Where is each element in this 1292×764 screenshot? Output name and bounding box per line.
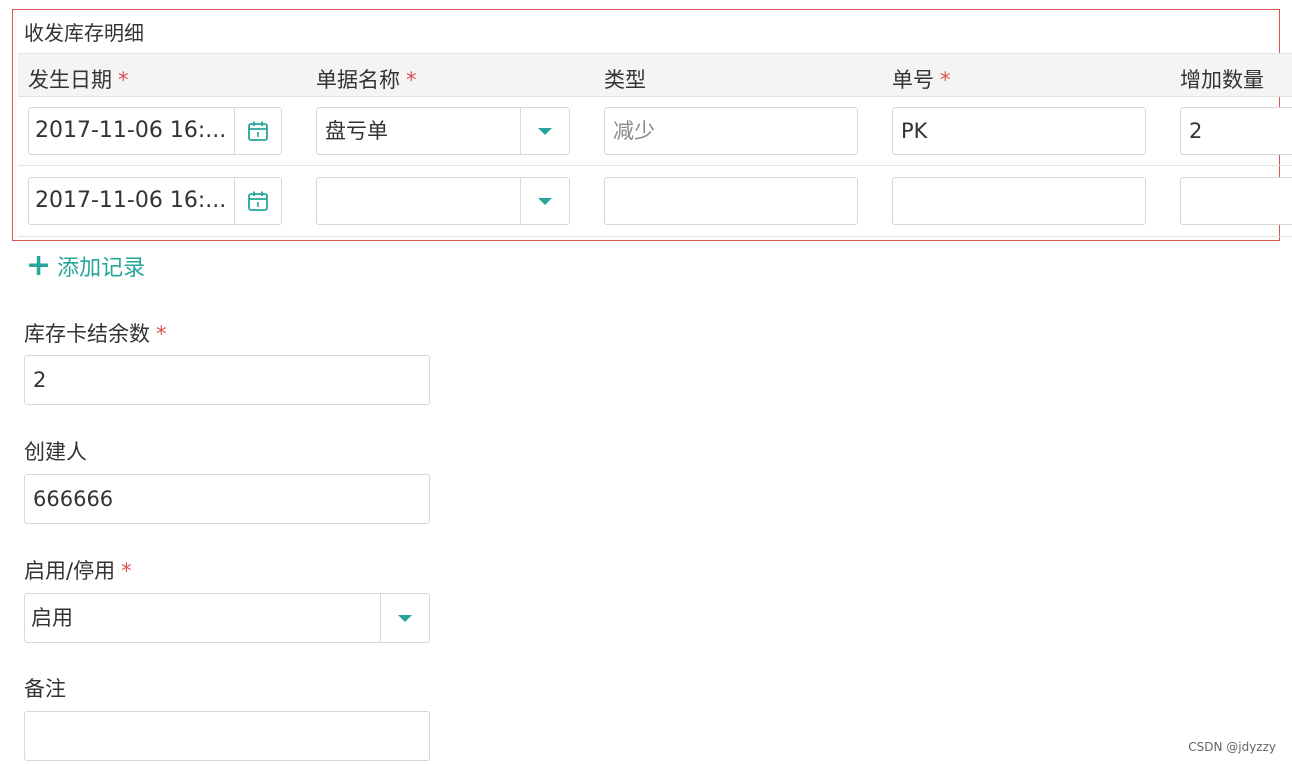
status-label: 启用/停用 *	[24, 559, 132, 583]
calendar-icon[interactable]	[234, 108, 281, 154]
creator-input[interactable]: 666666	[24, 474, 430, 524]
balance-label: 库存卡结余数 *	[24, 322, 167, 346]
quantity-input[interactable]	[1180, 177, 1292, 225]
balance-input[interactable]: 2	[24, 355, 430, 405]
add-record-label: 添加记录	[57, 256, 146, 281]
number-input[interactable]: PK	[892, 107, 1146, 155]
type-field	[604, 177, 858, 225]
number-input[interactable]	[892, 177, 1146, 225]
column-header-date: 发生日期 *	[28, 68, 129, 92]
plus-icon: +	[26, 248, 52, 283]
calendar-icon[interactable]	[234, 178, 281, 224]
column-header-quantity: 增加数量	[1180, 68, 1264, 92]
add-record-link[interactable]: + 添加记录	[26, 250, 145, 282]
remark-label: 备注	[24, 677, 66, 701]
creator-label: 创建人	[24, 440, 87, 464]
quantity-input[interactable]: 2	[1180, 107, 1292, 155]
column-header-number: 单号 *	[892, 68, 951, 92]
remark-input[interactable]	[24, 711, 430, 761]
chevron-down-icon[interactable]	[380, 594, 429, 642]
table-header: 发生日期 * 单据名称 * 类型 单号 * 增加数量	[18, 53, 1292, 97]
doc-name-select[interactable]	[316, 177, 570, 225]
type-field: 减少	[604, 107, 858, 155]
column-header-type: 类型	[604, 68, 646, 92]
status-select[interactable]: 启用	[24, 593, 430, 643]
date-input[interactable]: 2017-11-06 16:...	[28, 107, 282, 155]
row-divider	[18, 165, 1292, 166]
chevron-down-icon[interactable]	[520, 108, 569, 154]
doc-name-select[interactable]: 盘亏单	[316, 107, 570, 155]
section-title: 收发库存明细	[24, 21, 144, 45]
chevron-down-icon[interactable]	[520, 178, 569, 224]
watermark: CSDN @jdyzzy	[1188, 740, 1276, 754]
column-header-doc-name: 单据名称 *	[316, 68, 417, 92]
row-divider	[18, 236, 1292, 237]
date-input[interactable]: 2017-11-06 16:...	[28, 177, 282, 225]
